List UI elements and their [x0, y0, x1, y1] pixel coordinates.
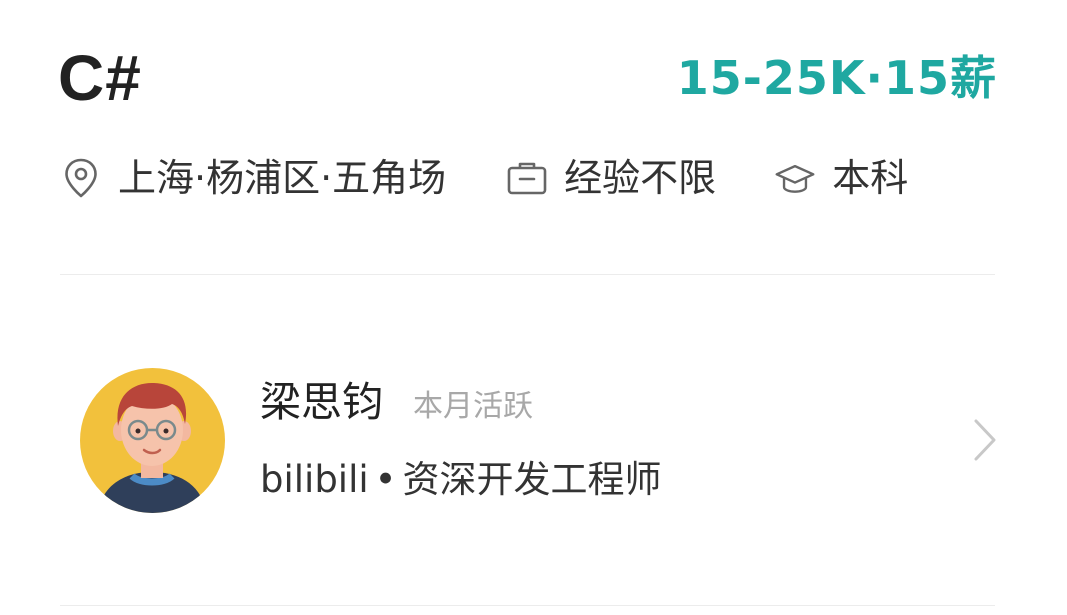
name-line: 梁思钧 本月活跃 — [260, 372, 661, 432]
briefcase-icon — [506, 157, 548, 199]
education-tag: 本科 — [774, 150, 908, 206]
recruiter-position: 资深开发工程师 — [402, 458, 662, 501]
location-tag: 上海·杨浦区·五角场 — [60, 150, 446, 206]
avatar[interactable] — [80, 367, 225, 513]
company-line: bilibili • 资深开发工程师 — [260, 452, 661, 508]
experience-tag: 经验不限 — [506, 150, 716, 206]
recruiter-name: 梁思钧 — [260, 378, 383, 426]
recruiter-info: 梁思钧 本月活跃 bilibili • 资深开发工程师 — [260, 372, 661, 508]
activity-status: 本月活跃 — [413, 389, 533, 424]
salary: 15-25K·15薪 — [676, 51, 997, 105]
divider — [60, 274, 995, 275]
chevron-right-icon[interactable] — [970, 417, 1000, 463]
education-text: 本科 — [832, 156, 909, 200]
job-title: C# — [58, 42, 142, 114]
company-name: bilibili — [260, 458, 369, 501]
job-tags: 上海·杨浦区·五角场 经验不限 本科 — [60, 150, 908, 206]
location-text: 上海·杨浦区·五角场 — [118, 156, 447, 200]
separator-dot: • — [374, 458, 397, 501]
experience-text: 经验不限 — [564, 156, 717, 200]
graduation-cap-icon — [774, 157, 816, 199]
recruiter-card[interactable]: 梁思钧 本月活跃 bilibili • 资深开发工程师 — [80, 367, 1000, 513]
location-pin-icon — [60, 157, 102, 199]
divider — [60, 605, 995, 606]
